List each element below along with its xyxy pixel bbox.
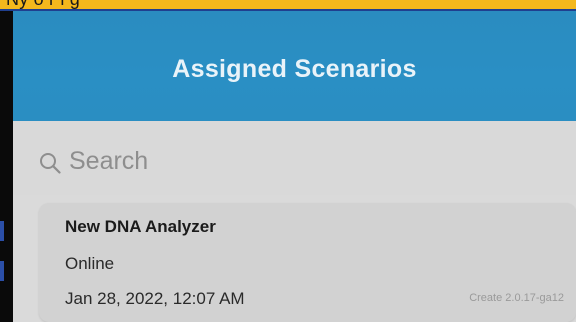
top-banner-text: Ny o r l g <box>6 0 80 9</box>
page-title: Assigned Scenarios <box>172 55 417 83</box>
app-screen: Assigned Scenarios New DNA Analyzer Onli… <box>13 11 576 322</box>
scenario-card[interactable]: New DNA Analyzer Online Jan 28, 2022, 12… <box>39 203 576 322</box>
left-edge-mark <box>0 221 4 241</box>
header-bar: Assigned Scenarios <box>13 11 576 121</box>
top-banner: Ny o r l g <box>0 0 576 11</box>
left-edge <box>0 11 13 322</box>
search-input[interactable] <box>69 143 529 179</box>
search-icon <box>40 153 61 174</box>
scenario-version: Create 2.0.17-ga12 <box>469 292 564 304</box>
scenario-status: Online <box>65 254 115 273</box>
scenario-datetime: Jan 28, 2022, 12:07 AM <box>65 289 245 308</box>
screenshot-frame: Ny o r l g Assigned Scenarios New DNA An… <box>0 0 576 322</box>
search-bar[interactable] <box>13 121 576 195</box>
scenario-name: New DNA Analyzer <box>65 217 216 236</box>
left-edge-mark <box>0 261 4 281</box>
